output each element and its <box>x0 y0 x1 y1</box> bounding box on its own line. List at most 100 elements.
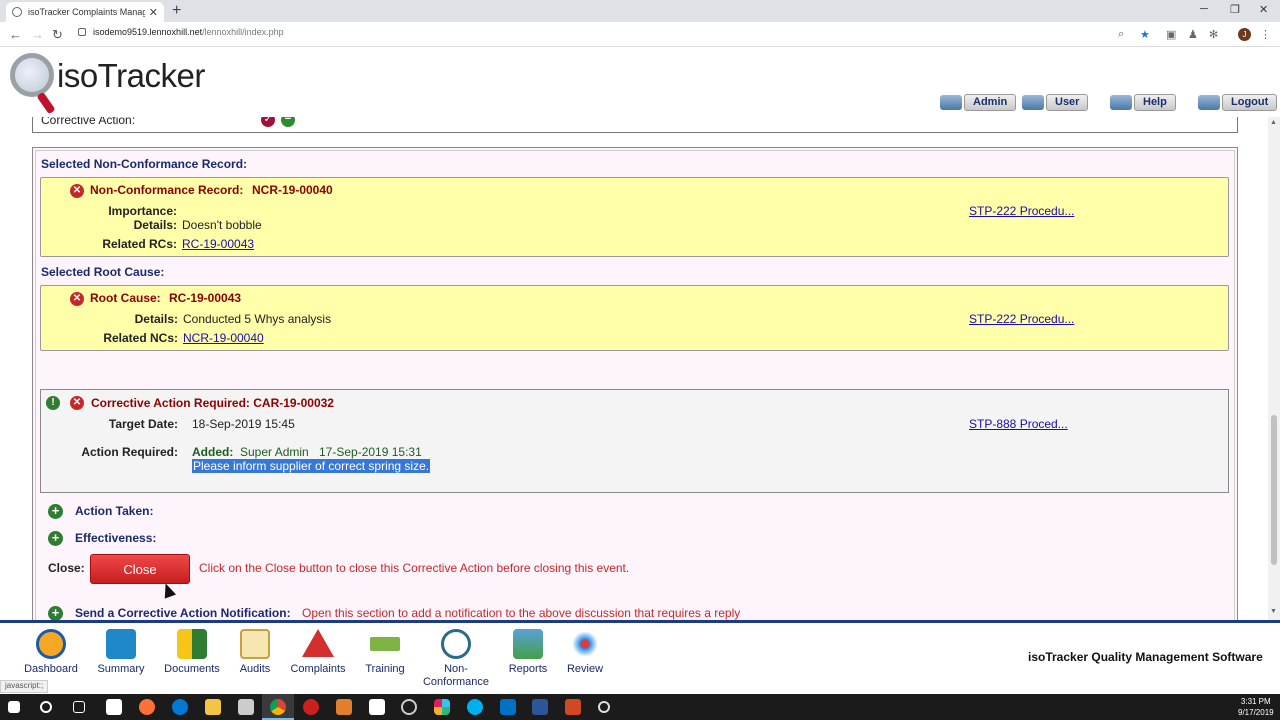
task-view-icon[interactable] <box>73 701 85 713</box>
cortana-search-icon[interactable] <box>40 701 52 713</box>
remove-ncr-icon[interactable]: ✕ <box>70 184 84 198</box>
car-added-date: 17-Sep-2019 15:31 <box>319 445 422 459</box>
collapse-minus-icon[interactable]: − <box>281 117 295 127</box>
ncr-related-link[interactable]: RC-19-00043 <box>182 237 254 251</box>
module-summary[interactable]: Summary <box>81 629 161 675</box>
root-cause-title-label: Root Cause: <box>90 291 161 305</box>
logout-icon <box>1198 95 1220 110</box>
scrollbar-thumb[interactable] <box>1271 415 1277 565</box>
car-added-text: Added: <box>192 445 234 459</box>
dashboard-icon <box>36 629 66 659</box>
root-cause-title-id: RC-19-00043 <box>169 291 242 305</box>
module-reports-label: Reports <box>508 663 548 675</box>
notification-label[interactable]: Send a Corrective Action Notification: <box>75 606 291 620</box>
logout-button[interactable]: Logout <box>1198 94 1278 111</box>
car-added-label: Added: <box>192 445 233 459</box>
car-target-value: 18-Sep-2019 15:45 <box>192 417 295 431</box>
remove-car-icon[interactable]: ✕ <box>70 396 84 410</box>
effectiveness-expand-icon[interactable]: + <box>48 531 63 546</box>
file-explorer-icon[interactable] <box>205 699 221 715</box>
brand-text: isoTracker Quality Management Software <box>1028 650 1263 664</box>
minimize-icon[interactable]: ─ <box>1200 3 1208 15</box>
admin-button[interactable]: Admin <box>940 94 1017 111</box>
module-dashboard[interactable]: Dashboard <box>11 629 91 675</box>
chrome-icon[interactable] <box>270 699 286 715</box>
opera-icon[interactable] <box>303 699 319 715</box>
corrective-action-row: Corrective Action: ✓ − <box>32 117 1238 133</box>
checkmark-icon[interactable]: ✓ <box>261 117 275 127</box>
root-cause-details-value: Conducted 5 Whys analysis <box>183 312 332 326</box>
lock-icon <box>78 28 86 36</box>
car-title: Corrective Action Required: CAR-19-00032 <box>91 396 334 410</box>
forward-icon[interactable]: → <box>31 27 44 42</box>
edge-icon[interactable] <box>172 699 188 715</box>
admin-icon <box>940 95 962 110</box>
status-url: javascript:; <box>0 680 49 693</box>
phone-icon[interactable] <box>369 699 385 715</box>
page-scrollbar[interactable]: ▲ ▼ <box>1268 117 1280 620</box>
action-taken-expand-icon[interactable]: + <box>48 504 63 519</box>
ncr-details-label: Details: <box>133 218 177 232</box>
module-review[interactable]: Review <box>545 629 625 675</box>
close-button[interactable]: Close <box>90 554 190 584</box>
new-tab-button[interactable]: + <box>172 2 181 20</box>
extension-icon[interactable]: ▣ <box>1166 28 1176 41</box>
window-close-icon[interactable]: ✕ <box>1259 3 1268 16</box>
ncr-importance-label: Importance: <box>108 204 177 218</box>
notification-expand-icon[interactable]: + <box>48 606 63 620</box>
extension-snowflake-icon[interactable]: ✻ <box>1209 28 1218 41</box>
scroll-up-icon[interactable]: ▲ <box>1270 119 1277 126</box>
root-cause-related-label: Related NCs: <box>103 331 178 345</box>
module-non-conformance[interactable]: Non- Conformance <box>416 629 496 689</box>
car-document-link[interactable]: STP-888 Proced... <box>969 417 1068 431</box>
url-host: isodemo9519.lennoxhill.net <box>93 27 203 37</box>
word-icon[interactable] <box>532 699 548 715</box>
reload-icon[interactable]: ↻ <box>52 27 63 43</box>
calculator-icon[interactable] <box>238 699 254 715</box>
app-icon-1[interactable] <box>336 699 352 715</box>
taskbar-clock[interactable]: 3:31 PM 9/17/2019 <box>1238 696 1274 718</box>
ncr-section-heading: Selected Non-Conformance Record: <box>41 157 248 171</box>
effectiveness-label[interactable]: Effectiveness: <box>75 531 156 545</box>
start-windows-icon[interactable] <box>8 701 20 713</box>
root-cause-section-heading: Selected Root Cause: <box>41 265 165 279</box>
slack-icon[interactable] <box>434 699 450 715</box>
help-button[interactable]: Help <box>1110 94 1176 111</box>
powerpoint-icon[interactable] <box>565 699 581 715</box>
root-cause-document-link[interactable]: STP-222 Procedu... <box>969 312 1074 326</box>
module-bar: Dashboard Summary Documents Audits Compl… <box>0 620 1280 694</box>
scroll-down-icon[interactable]: ▼ <box>1270 608 1277 615</box>
module-training[interactable]: Training <box>345 629 425 675</box>
main-content: Corrective Action: ✓ − Selected Non-Conf… <box>0 117 1268 620</box>
menu-kebab-icon[interactable]: ⋮ <box>1260 28 1271 41</box>
url-field[interactable]: isodemo9519.lennoxhill.net/lennoxhill/in… <box>78 27 284 37</box>
action-taken-label[interactable]: Action Taken: <box>75 504 153 518</box>
module-non-conformance-label: Non- Conformance <box>422 663 490 688</box>
tab-close-icon[interactable]: ✕ <box>149 6 158 19</box>
user-button[interactable]: User <box>1022 94 1089 111</box>
zoom-icon[interactable]: ⌕ <box>1118 28 1124 41</box>
maximize-icon[interactable]: ❐ <box>1230 3 1240 16</box>
car-action-text[interactable]: Please inform supplier of correct spring… <box>192 459 431 473</box>
documents-icon <box>177 629 207 659</box>
root-cause-box: ✕ Root Cause: RC-19-00043 Details: Condu… <box>40 285 1229 351</box>
firefox-icon[interactable] <box>139 699 155 715</box>
settings-gear-icon[interactable] <box>598 701 610 713</box>
skype-icon[interactable] <box>467 699 483 715</box>
outlook-icon[interactable] <box>500 699 516 715</box>
user-icon <box>1022 95 1044 110</box>
remove-root-cause-icon[interactable]: ✕ <box>70 292 84 306</box>
root-cause-details-label: Details: <box>134 312 178 326</box>
root-cause-related-link[interactable]: NCR-19-00040 <box>183 331 264 345</box>
module-documents-label: Documents <box>164 663 220 675</box>
module-training-label: Training <box>365 663 405 675</box>
info-icon[interactable]: ! <box>46 396 60 410</box>
bookmark-star-icon[interactable]: ★ <box>1140 28 1150 41</box>
back-icon[interactable]: ← <box>9 27 22 42</box>
store-icon[interactable] <box>106 699 122 715</box>
profile-avatar[interactable]: J <box>1238 28 1251 41</box>
browser-tab[interactable]: isoTracker Complaints Managem ✕ <box>6 2 164 22</box>
clock-app-icon[interactable] <box>401 699 417 715</box>
ncr-document-link[interactable]: STP-222 Procedu... <box>969 204 1074 218</box>
extension-person-icon[interactable]: ♟ <box>1188 28 1198 41</box>
